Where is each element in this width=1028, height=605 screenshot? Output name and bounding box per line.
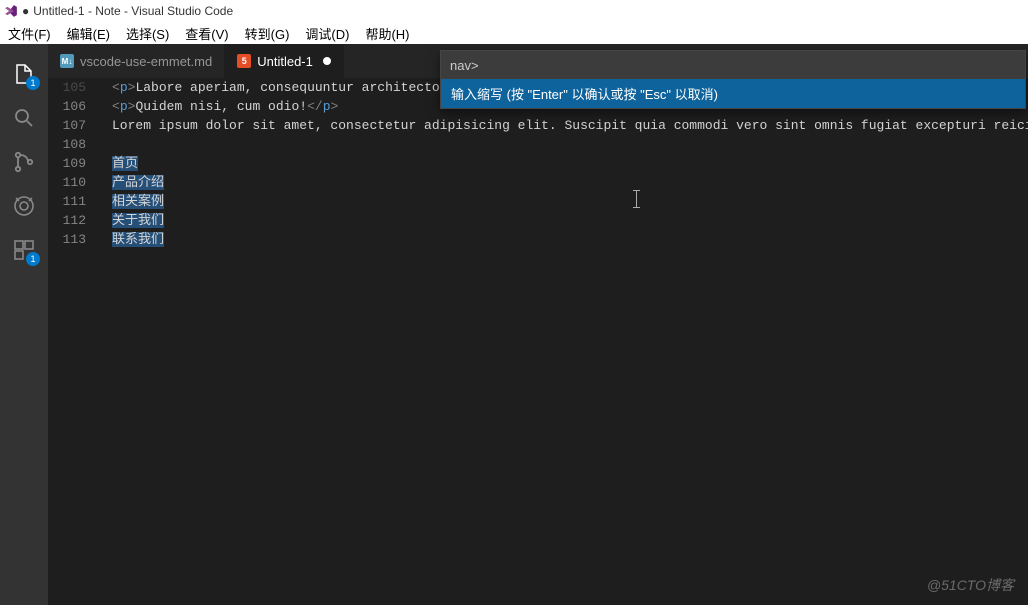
extensions-icon[interactable]: 1 (0, 228, 48, 272)
html-file-icon: 5 (237, 54, 251, 68)
code-line: 相关案例 (112, 192, 1028, 211)
line-number: 111 (48, 192, 100, 211)
code-line: 产品介绍 (112, 173, 1028, 192)
tab-vscode-use-emmet[interactable]: M↓ vscode-use-emmet.md (48, 44, 225, 78)
line-number: 105 (48, 78, 100, 97)
tab-label: Untitled-1 (257, 54, 313, 69)
menu-select[interactable]: 选择(S) (118, 24, 177, 43)
activitybar: 1 1 (0, 44, 48, 605)
line-number: 107 (48, 116, 100, 135)
line-number: 113 (48, 230, 100, 249)
text-cursor-icon (636, 190, 637, 208)
main-area: 1 1 M↓ vscode-use-emmet.md 5 Untitled-1 (0, 44, 1028, 605)
line-number: 112 (48, 211, 100, 230)
line-number: 108 (48, 135, 100, 154)
line-number: 106 (48, 97, 100, 116)
code-line: 关于我们 (112, 211, 1028, 230)
explorer-badge: 1 (26, 76, 40, 90)
menu-view[interactable]: 查看(V) (177, 24, 236, 43)
code-line: 首页 (112, 154, 1028, 173)
markdown-file-icon: M↓ (60, 54, 74, 68)
quick-input-hint: 输入缩写 (按 "Enter" 以确认或按 "Esc" 以取消) (441, 79, 1025, 108)
code-line: 联系我们 (112, 230, 1028, 249)
window-title: Untitled-1 - Note - Visual Studio Code (33, 4, 233, 18)
title-dirty-dot: ● (22, 4, 29, 18)
menu-edit[interactable]: 编辑(E) (59, 24, 118, 43)
extensions-badge: 1 (26, 252, 40, 266)
line-number: 110 (48, 173, 100, 192)
debug-icon[interactable] (0, 184, 48, 228)
dirty-indicator-icon (323, 57, 331, 65)
code-line: Lorem ipsum dolor sit amet, consectetur … (112, 116, 1028, 135)
quick-input-widget: 输入缩写 (按 "Enter" 以确认或按 "Esc" 以取消) (440, 50, 1026, 109)
menu-help[interactable]: 帮助(H) (357, 24, 417, 43)
menu-file[interactable]: 文件(F) (0, 24, 59, 43)
vscode-logo-icon (4, 4, 18, 18)
tab-untitled-1[interactable]: 5 Untitled-1 (225, 44, 344, 78)
line-number: 109 (48, 154, 100, 173)
menubar: 文件(F) 编辑(E) 选择(S) 查看(V) 转到(G) 调试(D) 帮助(H… (0, 22, 1028, 44)
editor[interactable]: 105 106 107 108 109 110 111 112 113 <p>L… (48, 78, 1028, 605)
code-line (112, 135, 1028, 154)
editor-area: M↓ vscode-use-emmet.md 5 Untitled-1 105 … (48, 44, 1028, 605)
source-control-icon[interactable] (0, 140, 48, 184)
titlebar: ● Untitled-1 - Note - Visual Studio Code (0, 0, 1028, 22)
search-icon[interactable] (0, 96, 48, 140)
emmet-abbreviation-input[interactable] (441, 51, 1025, 79)
menu-debug[interactable]: 调试(D) (297, 24, 357, 43)
watermark-text: @51CTO博客 (927, 575, 1014, 595)
menu-goto[interactable]: 转到(G) (237, 24, 298, 43)
tab-label: vscode-use-emmet.md (80, 54, 212, 69)
gutter: 105 106 107 108 109 110 111 112 113 (48, 78, 100, 249)
explorer-icon[interactable]: 1 (0, 52, 48, 96)
